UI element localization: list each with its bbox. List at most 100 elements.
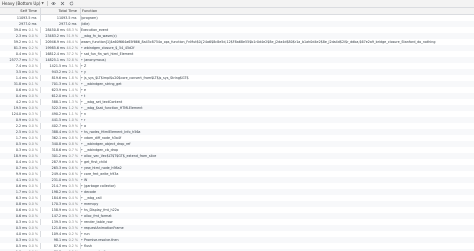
total-time-header-label: Total Time [58,9,77,13]
self-time-value: 4.0 ms [15,232,28,236]
eye-icon [51,2,57,5]
function-name: ‣ y [81,70,86,74]
self-time-value: 0.5 ms [15,244,28,248]
self-time-percent: 0.0 % [28,178,38,182]
total-time-value: 340.8 ms [51,142,68,146]
call-tree-table: 11093.5 ms 11093.5 ms (program) 2977.0 ms 29… [0,15,474,251]
self-time-column-header[interactable]: Self Time [0,8,40,15]
total-time-percent: 0.8 % [68,136,78,140]
total-time-value: 23483.2 ms [45,34,65,38]
self-time-value: 1.7 ms [15,190,28,194]
self-time-percent: 0.0 % [28,106,38,110]
total-time-value: 20946.9 ms [45,40,65,44]
self-time-value: 4.1 ms [15,178,28,182]
function-name: ‣ sat_fun_fin_wrt_html_Element [81,52,134,56]
total-time-value: 147.2 ms [51,214,68,218]
total-time-value: 11093.5 ms [56,16,77,20]
total-time-value: 16812.4 ms [45,52,65,56]
self-time-percent: 0.0 % [28,244,38,248]
self-time-value: 19.5 ms [13,106,28,110]
total-time-value: 522.3 ms [51,106,68,110]
total-time-value: 1421.5 ms [49,64,68,68]
total-time-value: 943.2 ms [51,70,68,74]
total-time-percent: 0.6 % [68,166,78,170]
total-time-value: 701.3 ms [51,82,68,86]
total-time-percent: 1.8 % [68,76,78,80]
total-time-percent: 37.2 % [66,52,78,56]
self-time-percent: 0.0 % [28,64,38,68]
self-time-value: 0.3 ms [15,238,28,242]
function-name: ‣ yew_html_node_h98a2 [81,166,122,170]
self-time-percent: 0.0 % [28,208,38,212]
self-time-percent: 0.0 % [28,100,38,104]
function-name: ‣ r [81,118,86,122]
function-name: ‣ __wbindgen_cb_drop [81,148,119,152]
total-time-value: 612.0 ms [51,94,68,98]
self-time-percent: 0.1 % [28,82,38,86]
total-time-value: 362.1 ms [51,136,68,140]
self-time-percent: 0.1 % [28,40,38,44]
view-mode-select[interactable]: Heavy (Bottom Up) ▼ [2,1,44,6]
self-time-value: 2977.0 ms [18,22,37,26]
total-time-value: 265.3 ms [51,166,68,170]
total-time-percent: 46.4 % [66,40,78,44]
self-time-percent: 0.0 % [28,238,38,242]
total-time-percent: 0.4 % [68,196,78,200]
self-time-value: 0.5 ms [15,142,28,146]
restore-button[interactable] [69,1,75,7]
self-time-percent: 0.0 % [28,124,38,128]
total-time-percent: 0.9 % [68,130,78,134]
total-time-value: 231.0 ms [51,178,68,182]
function-column-header[interactable]: Function [81,8,97,15]
self-time-percent: 0.0 % [28,52,38,56]
function-name: (program) [81,16,98,20]
self-time-value: 6.3 ms [15,196,28,200]
total-time-percent: 0.8 % [68,142,78,146]
total-time-percent: 0.4 % [68,208,78,212]
total-time-percent: 1.0 % [68,118,78,122]
self-time-percent: 0.0 % [28,136,38,140]
total-time-value: 139.5 ms [51,220,68,224]
function-name: ‣ (garbage collector) [81,184,116,188]
total-time-percent: 0.3 % [68,220,78,224]
self-time-value: 0.4 ms [15,94,28,98]
self-time-value: 0.4 ms [15,52,28,56]
function-name: (idle) [81,22,90,26]
self-time-value: 2.3 ms [15,34,28,38]
close-icon [61,1,65,6]
self-time-percent: 0.0 % [28,148,38,152]
total-time-percent: 0.7 % [68,154,78,158]
total-time-percent: 0.4 % [68,190,78,194]
total-time-percent: 3.1 % [68,64,78,68]
refresh-icon [70,1,74,6]
self-time-value: 0.8 ms [15,202,28,206]
function-name: ‣ get_first_child [81,160,107,164]
function-name: ‣ __wbindgen_object_drop_ref [81,142,131,146]
self-time-value: 0.3 ms [15,148,28,152]
function-name: ‣ Promise.resolve.then [81,238,119,242]
total-time-percent: 0.3 % [68,214,78,218]
exclude-button[interactable] [60,1,66,7]
self-time-value: 18.9 ms [13,154,28,158]
total-time-column-header[interactable]: Total Time [41,8,80,15]
self-time-percent: 0.0 % [28,70,38,74]
self-time-value: 124.0 ms [11,112,28,116]
self-time-value: 1.4 ms [15,76,28,80]
total-time-value: 588.1 ms [51,100,68,104]
self-time-value: 81.3 ms [13,46,28,50]
function-name: Execution_event [81,28,109,32]
self-time-percent: 0.0 % [28,76,38,80]
self-time-value: 0.4 ms [15,160,28,164]
total-time-percent: 44.2 % [66,46,78,50]
total-time-value: 318.6 ms [51,148,68,152]
self-time-percent: 0.0 % [28,154,38,158]
total-time-value: 819.6 ms [51,76,68,80]
function-name: ‣ memcpy [81,202,99,206]
total-time-value: 249.4 ms [51,172,68,176]
focus-button[interactable] [51,1,57,7]
self-time-value: 3.5 ms [15,70,28,74]
total-time-value: 388.4 ms [51,130,68,134]
function-name: ‣ hs_Display_fmt_h22a [81,208,119,212]
self-time-value: 2577.7 ms [9,58,28,62]
self-time-percent: 5.7 % [28,58,38,62]
